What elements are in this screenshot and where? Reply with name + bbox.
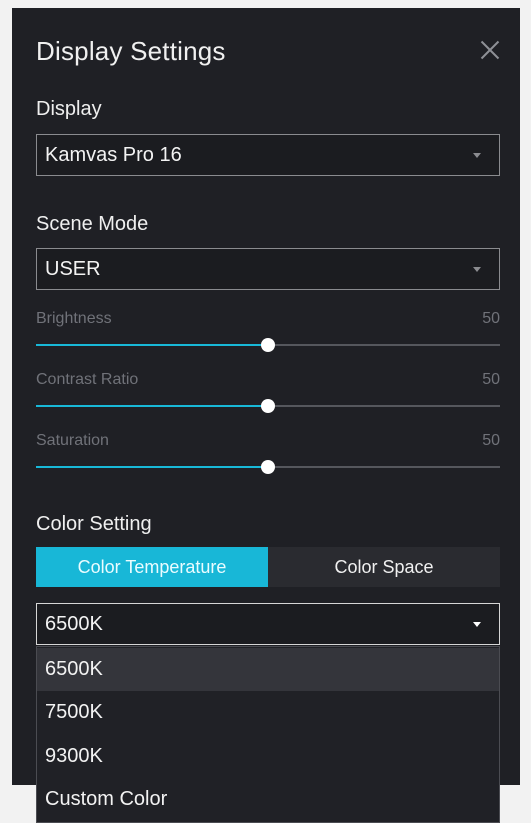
brightness-slider-thumb[interactable] xyxy=(261,338,275,352)
option-7500k[interactable]: 7500K xyxy=(37,691,499,734)
contrast-ratio-slider-thumb[interactable] xyxy=(261,399,275,413)
contrast-slider-row: Contrast Ratio 50 xyxy=(36,371,500,413)
color-temperature-select-value: 6500K xyxy=(45,613,103,635)
brightness-slider-fill xyxy=(36,344,268,346)
panel-title: Display Settings xyxy=(36,36,226,66)
saturation-slider[interactable] xyxy=(36,460,500,474)
tab-color-temperature[interactable]: Color Temperature xyxy=(36,547,268,587)
display-select[interactable]: Kamvas Pro 16 xyxy=(36,134,500,176)
chevron-down-icon xyxy=(473,153,481,158)
chevron-down-icon xyxy=(473,622,481,627)
option-9300k[interactable]: 9300K xyxy=(37,735,499,778)
saturation-label: Saturation xyxy=(36,432,109,449)
scene-mode-label: Scene Mode xyxy=(36,213,149,235)
contrast-ratio-value: 50 xyxy=(482,371,500,388)
close-icon[interactable] xyxy=(478,38,502,62)
saturation-slider-thumb[interactable] xyxy=(261,460,275,474)
chevron-down-icon xyxy=(473,267,481,272)
contrast-ratio-slider-fill xyxy=(36,405,268,407)
scene-mode-select[interactable]: USER xyxy=(36,248,500,290)
color-setting-tabs: Color Temperature Color Space xyxy=(36,547,500,587)
option-custom-color[interactable]: Custom Color xyxy=(37,778,499,821)
color-temperature-select[interactable]: 6500K xyxy=(36,603,500,645)
display-label: Display xyxy=(36,98,102,120)
saturation-slider-fill xyxy=(36,466,268,468)
display-select-value: Kamvas Pro 16 xyxy=(45,144,182,166)
tab-color-space[interactable]: Color Space xyxy=(268,547,500,587)
saturation-slider-row: Saturation 50 xyxy=(36,432,500,474)
brightness-label: Brightness xyxy=(36,310,112,327)
display-settings-panel: Display Settings Display Kamvas Pro 16 S… xyxy=(12,8,520,823)
contrast-ratio-slider[interactable] xyxy=(36,399,500,413)
color-temperature-dropdown: 6500K 7500K 9300K Custom Color xyxy=(36,646,500,823)
brightness-value: 50 xyxy=(482,310,500,327)
option-6500k[interactable]: 6500K xyxy=(37,648,499,691)
color-setting-label: Color Setting xyxy=(36,513,152,535)
brightness-slider-row: Brightness 50 xyxy=(36,310,500,352)
contrast-ratio-label: Contrast Ratio xyxy=(36,371,139,388)
scene-mode-select-value: USER xyxy=(45,258,101,280)
brightness-slider[interactable] xyxy=(36,338,500,352)
saturation-value: 50 xyxy=(482,432,500,449)
